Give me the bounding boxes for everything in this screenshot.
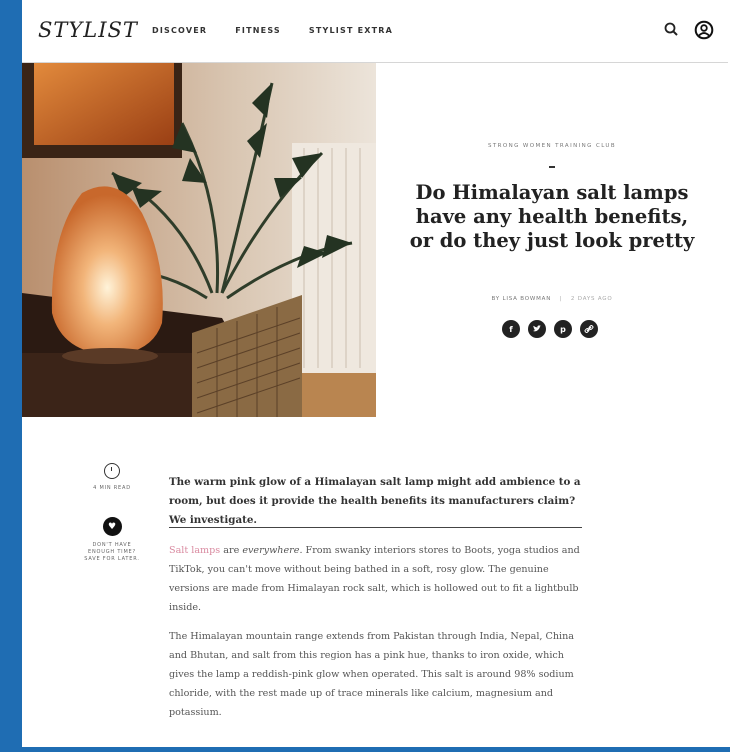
stylist-logo[interactable]: STYLIST: [38, 18, 138, 42]
byline-date: 2 DAYS AGO: [570, 296, 613, 302]
body-paragraph-1: Salt lamps are everywhere. From swanky i…: [169, 541, 583, 617]
nav-fitness[interactable]: FITNESS: [235, 26, 281, 35]
bottom-frame-strip: [0, 747, 730, 752]
article-title: Do Himalayan salt lamps have any health …: [409, 181, 695, 252]
link-icon[interactable]: [580, 320, 598, 338]
save-for-later-block: ♥ DON'T HAVE ENOUGH TIME? SAVE FOR LATER…: [82, 517, 142, 563]
byline-separator: |: [559, 296, 563, 302]
main-nav: DISCOVER FITNESS STYLIST EXTRA: [152, 26, 393, 35]
article-standfirst: The warm pink glow of a Himalayan salt l…: [169, 476, 581, 526]
pinterest-icon[interactable]: p: [554, 320, 572, 338]
article-hero-text: STRONG WOMEN TRAINING CLUB Do Himalayan …: [376, 63, 728, 417]
site-header: STYLIST DISCOVER FITNESS STYLIST EXTRA: [22, 0, 728, 63]
account-icon[interactable]: [694, 20, 714, 40]
p1-emphasis: everywhere: [242, 545, 300, 556]
twitter-icon[interactable]: [528, 320, 546, 338]
nav-discover[interactable]: DISCOVER: [152, 26, 207, 35]
article-kicker[interactable]: STRONG WOMEN TRAINING CLUB: [376, 143, 728, 149]
search-icon[interactable]: [662, 20, 682, 40]
body-paragraph-2: The Himalayan mountain range extends fro…: [169, 631, 575, 718]
standfirst-divider: [169, 527, 582, 528]
hero-image-salt-lamp: [22, 63, 376, 417]
save-for-later-label[interactable]: DON'T HAVE ENOUGH TIME? SAVE FOR LATER.: [82, 542, 142, 563]
left-frame-strip: [0, 0, 22, 752]
salt-lamps-link[interactable]: Salt lamps: [169, 545, 220, 556]
read-time-block: 4 MIN READ: [82, 463, 142, 492]
article-byline: BY LISA BOWMAN | 2 DAYS AGO: [376, 296, 728, 302]
facebook-icon[interactable]: f: [502, 320, 520, 338]
clock-icon: [104, 463, 120, 479]
nav-stylist-extra[interactable]: STYLIST EXTRA: [309, 26, 393, 35]
share-buttons: f p: [502, 320, 598, 338]
read-time-label: 4 MIN READ: [93, 485, 131, 491]
p1-mid: are: [220, 545, 243, 556]
byline-author[interactable]: BY LISA BOWMAN: [492, 296, 552, 302]
heart-icon[interactable]: ♥: [102, 517, 122, 536]
kicker-divider: [549, 166, 555, 168]
